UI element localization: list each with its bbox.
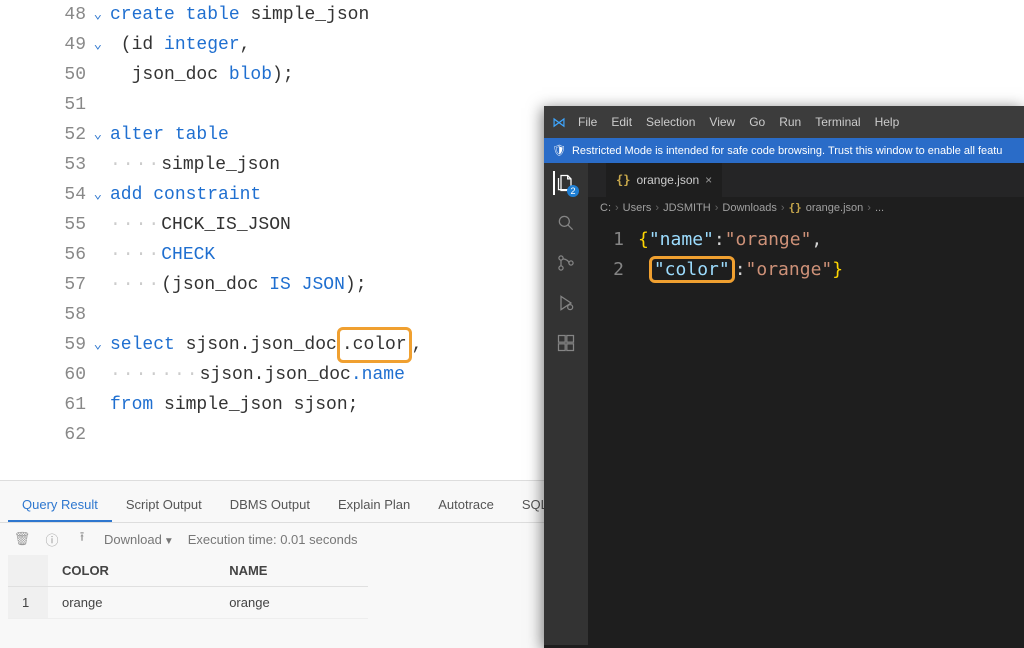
vscode-logo-icon: ⋈ (552, 114, 566, 131)
breadcrumb-segment[interactable]: Users (623, 202, 652, 214)
breadcrumb-segment[interactable]: Downloads (722, 202, 776, 214)
menu-edit[interactable]: Edit (611, 115, 632, 129)
json-value: "orange" (725, 229, 812, 250)
editor-area: {} orange.json × C: › Users › JDSMITH › … (588, 163, 1024, 645)
column-header[interactable]: COLOR (48, 555, 215, 587)
vscode-window: ⋈ File Edit Selection View Go Run Terminal Help… (544, 106, 1024, 648)
tab-label: orange.json (636, 173, 699, 187)
export-icon[interactable]: ⭱ (74, 531, 90, 547)
result-grid[interactable]: COLORNAME 1orangeorange (8, 555, 368, 619)
activity-bar: 2 (544, 163, 588, 645)
menu-file[interactable]: File (578, 115, 597, 129)
close-icon[interactable]: × (705, 173, 712, 187)
download-dropdown[interactable]: Download▼ (104, 532, 174, 547)
restricted-mode-banner[interactable]: 🛡 Restricted Mode is intended for safe c… (544, 138, 1024, 163)
breadcrumb-segment[interactable]: C: (600, 202, 611, 214)
code-editor[interactable]: 1 {"name":"orange", 2 "color":"orange"} (588, 218, 1024, 290)
breadcrumb[interactable]: C: › Users › JDSMITH › Downloads ›{} ora… (588, 197, 1024, 218)
editor-tabs: {} orange.json × (588, 163, 1024, 197)
breadcrumb-segment[interactable]: orange.json (806, 202, 864, 214)
table-row[interactable]: 1orangeorange (8, 587, 368, 619)
tab-orange-json[interactable]: {} orange.json × (606, 163, 722, 197)
breadcrumb-segment[interactable]: JDSMITH (663, 202, 711, 214)
tab-autotrace[interactable]: Autotrace (424, 489, 508, 522)
menu-run[interactable]: Run (779, 115, 801, 129)
trash-icon[interactable]: 🗑 (14, 531, 30, 547)
shield-icon: 🛡 (552, 144, 566, 157)
tab-explain-plan[interactable]: Explain Plan (324, 489, 424, 522)
column-header[interactable]: NAME (215, 555, 368, 587)
menu-selection[interactable]: Selection (646, 115, 695, 129)
json-file-icon: {} (616, 173, 630, 187)
json-key-color: "color" (654, 259, 730, 280)
menu-go[interactable]: Go (749, 115, 765, 129)
restricted-mode-text: Restricted Mode is intended for safe cod… (572, 145, 1002, 157)
run-debug-icon[interactable] (554, 291, 578, 315)
line-number: 1 (588, 229, 638, 250)
search-icon[interactable] (554, 211, 578, 235)
execution-time: Execution time: 0.01 seconds (188, 532, 358, 547)
vscode-menu-bar: File Edit Selection View Go Run Terminal Help (578, 115, 899, 129)
tab-dbms-output[interactable]: DBMS Output (216, 489, 324, 522)
extensions-icon[interactable] (554, 331, 578, 355)
menu-terminal[interactable]: Terminal (815, 115, 860, 129)
tab-script-output[interactable]: Script Output (112, 489, 216, 522)
menu-view[interactable]: View (709, 115, 735, 129)
menu-help[interactable]: Help (875, 115, 900, 129)
json-key-name: "name" (649, 229, 714, 250)
explorer-badge: 2 (567, 185, 579, 197)
breadcrumb-segment[interactable]: ... (875, 202, 884, 214)
info-icon[interactable]: ⓘ (44, 531, 60, 547)
source-control-icon[interactable] (554, 251, 578, 275)
line-number: 2 (588, 259, 638, 280)
explorer-icon[interactable]: 2 (553, 171, 577, 195)
json-value: "orange" (746, 259, 833, 280)
tab-query-result[interactable]: Query Result (8, 489, 112, 522)
vscode-titlebar[interactable]: ⋈ File Edit Selection View Go Run Terminal Help (544, 106, 1024, 138)
